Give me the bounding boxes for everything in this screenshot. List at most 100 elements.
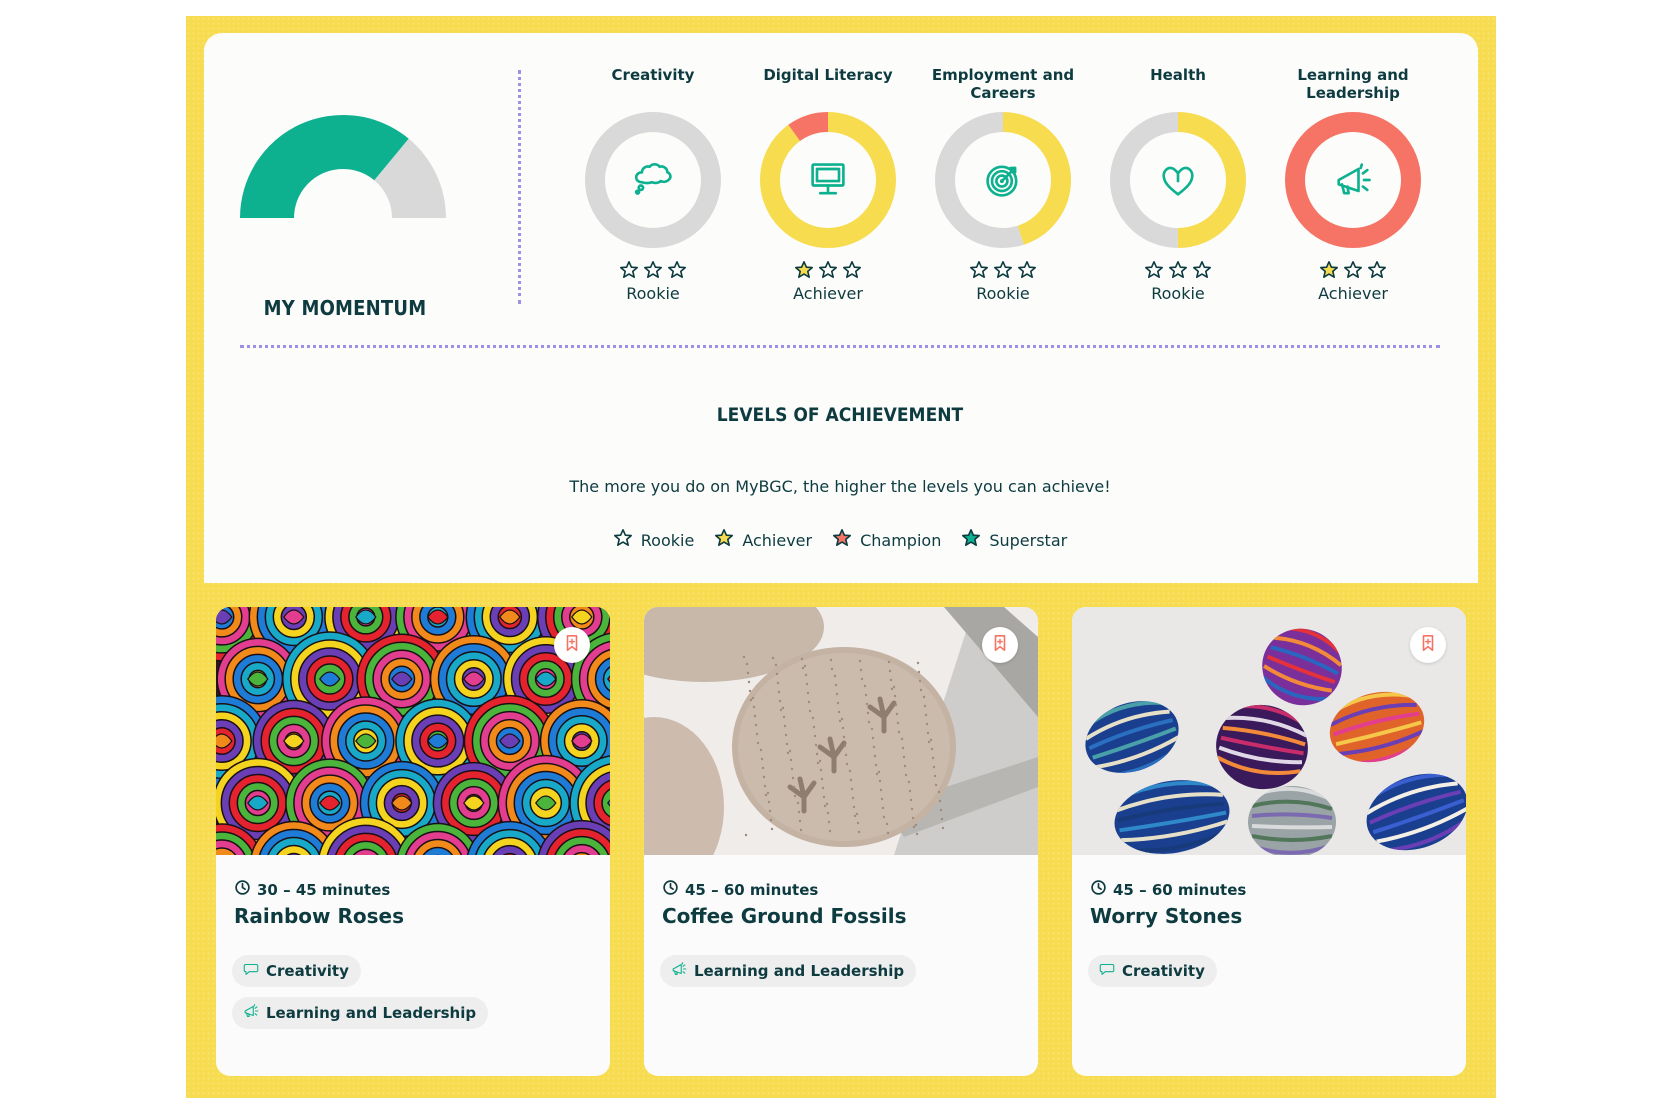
clock-icon: [234, 879, 251, 900]
category-level: Rookie: [626, 284, 680, 303]
category-level: Rookie: [976, 284, 1030, 303]
bookmark-icon: [563, 634, 581, 656]
legend-label: Rookie: [640, 530, 695, 550]
category-badge[interactable]: Learning and Leadership Achiever: [1265, 66, 1441, 306]
duration-text: 30 – 45 minutes: [257, 880, 391, 899]
activity-card[interactable]: 45 – 60 minutes Coffee Ground Fossils Lear…: [644, 607, 1038, 1076]
bookmark-button[interactable]: [982, 627, 1018, 663]
star-icon: [842, 260, 862, 284]
star-icon: [714, 528, 734, 552]
thought-bubble-icon: [634, 163, 672, 195]
legend-item: Champion: [832, 528, 941, 552]
category-badge[interactable]: Employment and Careers Rookie: [915, 66, 1091, 306]
activity-duration: 45 – 60 minutes: [1090, 879, 1246, 900]
category-title: Learning and Leadership: [1297, 66, 1409, 102]
activity-card[interactable]: 45 – 60 minutes Worry Stones Creativity: [1072, 607, 1466, 1076]
target-icon: [986, 165, 1018, 197]
duration-text: 45 – 60 minutes: [1113, 880, 1247, 899]
megaphone-icon: [670, 960, 688, 982]
star-rating: [565, 260, 741, 284]
monitor-icon: [811, 163, 845, 195]
star-icon: [993, 260, 1013, 284]
bookmark-icon: [991, 634, 1009, 656]
activity-tags: Creativity Learning and Leadership: [232, 955, 489, 1029]
legend-item: Superstar: [961, 528, 1067, 552]
coffee-fossils-photo[interactable]: [644, 607, 1038, 855]
activity-duration: 45 – 60 minutes: [662, 879, 818, 900]
category-title: Creativity: [611, 66, 695, 84]
megaphone-icon: [242, 1002, 260, 1024]
tag-label: Learning and Leadership: [694, 962, 905, 980]
legend-label: Achiever: [742, 530, 813, 550]
clock-icon: [662, 879, 679, 900]
levels-legend: Rookie Achiever Champion Superstar: [600, 528, 1080, 552]
speech-bubble-icon: [242, 960, 260, 982]
tag-label: Creativity: [1122, 962, 1205, 980]
category-title: Employment and Careers: [931, 66, 1075, 102]
rainbow-roses-photo[interactable]: [216, 607, 610, 855]
category-progress-ring: [585, 112, 721, 248]
star-rating: [1090, 260, 1266, 284]
activity-tags: Creativity: [1088, 955, 1217, 987]
star-icon: [643, 260, 663, 284]
category-tag[interactable]: Creativity: [1088, 955, 1217, 987]
star-rating: [915, 260, 1091, 284]
category-level: Rookie: [1151, 284, 1205, 303]
momentum-gauge: [240, 114, 446, 218]
star-icon: [619, 260, 639, 284]
legend-item: Rookie: [613, 528, 695, 552]
duration-text: 45 – 60 minutes: [685, 880, 819, 899]
activity-card[interactable]: 30 – 45 minutes Rainbow Roses Creativity Le…: [216, 607, 610, 1076]
levels-title: LEVELS OF ACHIEVEMENT: [716, 404, 964, 426]
category-badge[interactable]: Health Rookie: [1090, 66, 1266, 306]
bookmark-button[interactable]: [1410, 627, 1446, 663]
star-icon: [794, 260, 814, 284]
tag-label: Learning and Leadership: [266, 1004, 477, 1022]
clock-icon: [1090, 879, 1107, 900]
speech-bubble-icon: [1098, 960, 1116, 982]
legend-item: Achiever: [714, 528, 812, 552]
category-tag[interactable]: Learning and Leadership: [232, 997, 489, 1029]
momentum-label: MY MOMENTUM: [263, 296, 427, 320]
category-progress-ring: [1285, 112, 1421, 248]
category-progress-ring: [760, 112, 896, 248]
vertical-divider: [518, 70, 521, 304]
category-title: Health: [1150, 66, 1206, 84]
bookmark-button[interactable]: [554, 627, 590, 663]
activity-tags: Learning and Leadership: [660, 955, 917, 987]
category-badge[interactable]: Digital Literacy Achiever: [740, 66, 916, 306]
levels-description: The more you do on MyBGC, the higher the…: [569, 477, 1111, 496]
activity-title[interactable]: Worry Stones: [1090, 904, 1242, 928]
heart-icon: [1162, 166, 1194, 196]
star-icon: [1367, 260, 1387, 284]
star-icon: [1144, 260, 1164, 284]
category-badge[interactable]: Creativity Rookie: [565, 66, 741, 306]
bookmark-icon: [1419, 634, 1437, 656]
worry-stones-photo[interactable]: [1072, 607, 1466, 855]
category-level: Achiever: [1318, 284, 1388, 303]
activity-title[interactable]: Rainbow Roses: [234, 904, 404, 928]
category-level: Achiever: [793, 284, 863, 303]
star-icon: [1319, 260, 1339, 284]
star-icon: [969, 260, 989, 284]
category-tag[interactable]: Creativity: [232, 955, 361, 987]
star-icon: [961, 528, 981, 552]
star-rating: [1265, 260, 1441, 284]
star-icon: [818, 260, 838, 284]
category-title: Digital Literacy: [763, 66, 893, 84]
star-icon: [667, 260, 687, 284]
legend-label: Superstar: [989, 530, 1068, 550]
star-icon: [1017, 260, 1037, 284]
category-progress-ring: [935, 112, 1071, 248]
megaphone-icon: [1337, 163, 1371, 195]
horizontal-divider: [240, 345, 1440, 348]
star-icon: [1168, 260, 1188, 284]
category-tag[interactable]: Learning and Leadership: [660, 955, 917, 987]
activity-title[interactable]: Coffee Ground Fossils: [662, 904, 907, 928]
star-icon: [1192, 260, 1212, 284]
category-progress-ring: [1110, 112, 1246, 248]
star-icon: [613, 528, 633, 552]
activity-duration: 30 – 45 minutes: [234, 879, 390, 900]
star-rating: [740, 260, 916, 284]
star-icon: [1343, 260, 1363, 284]
